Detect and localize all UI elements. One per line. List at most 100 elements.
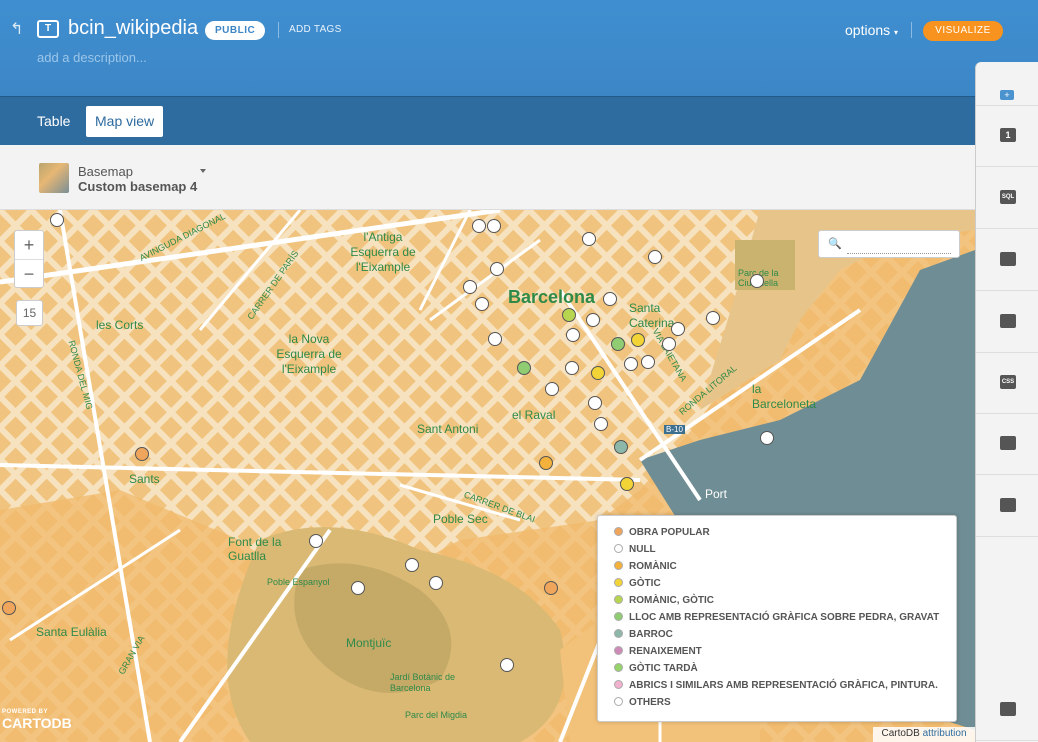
map-point[interactable] (429, 576, 443, 590)
map-point[interactable] (405, 558, 419, 572)
layer-1-button[interactable]: 1 (976, 106, 1038, 167)
search-icon: 🔍 (828, 238, 842, 250)
map-label: GRAN VIA (116, 633, 147, 677)
map-label: B-10 (664, 425, 685, 434)
map-point[interactable] (351, 581, 365, 595)
legend-color-swatch (614, 612, 623, 621)
map-point[interactable] (488, 332, 502, 346)
map-label: l'Antiga Esquerra de l'Eixample (350, 230, 416, 274)
infowindow-button[interactable] (976, 292, 1038, 353)
filters-button[interactable] (976, 476, 1038, 537)
description-field[interactable]: add a description... (37, 50, 147, 65)
map-point[interactable] (463, 280, 477, 294)
legend-color-swatch (614, 697, 623, 706)
tab-table[interactable]: Table (28, 106, 79, 137)
map-point[interactable] (309, 534, 323, 548)
map-label: Parc del Migdia (405, 710, 468, 720)
legends-button[interactable] (976, 414, 1038, 475)
view-tabs: Table Map view (0, 96, 975, 145)
map-point[interactable] (594, 417, 608, 431)
wizard-button[interactable] (976, 230, 1038, 291)
map-point[interactable] (706, 311, 720, 325)
map-label: Santa Caterina (629, 301, 675, 330)
legend-color-swatch (614, 629, 623, 638)
back-arrow-icon[interactable]: ↰ (10, 22, 28, 38)
legend-color-swatch (614, 595, 623, 604)
table-type-icon: T (37, 20, 59, 38)
map-point[interactable] (500, 658, 514, 672)
map-point[interactable] (544, 581, 558, 595)
map-point[interactable] (614, 440, 628, 454)
add-layer-button[interactable]: + (976, 62, 1038, 106)
filters-icon (1000, 498, 1016, 512)
map-point[interactable] (641, 355, 655, 369)
map-point[interactable] (662, 337, 676, 351)
sql-icon: SQL (1000, 190, 1016, 204)
legend-color-swatch (614, 527, 623, 536)
table-title[interactable]: bcin_wikipedia (68, 17, 198, 40)
map-point[interactable] (135, 447, 149, 461)
legend-color-swatch (614, 680, 623, 689)
css-button[interactable]: CSS (976, 353, 1038, 414)
basemap-dropdown-icon[interactable] (200, 169, 206, 173)
map-label: Poble Sec (433, 512, 488, 526)
cartodb-logo[interactable]: POWERED BY CARTODB (2, 709, 72, 731)
map-point[interactable] (591, 366, 605, 380)
map-point[interactable] (566, 328, 580, 342)
basemap-name[interactable]: Custom basemap 4 (78, 179, 197, 194)
legend-item: GÒTIC (614, 578, 956, 595)
add-tags-link[interactable]: ADD TAGS (289, 24, 342, 35)
map-point[interactable] (588, 396, 602, 410)
map-point[interactable] (2, 601, 16, 615)
zoom-out-button[interactable]: − (15, 260, 43, 289)
map-point[interactable] (475, 297, 489, 311)
legend-label: OTHERS (629, 697, 671, 708)
basemap-thumbnail[interactable] (39, 163, 69, 193)
map-point[interactable] (562, 308, 576, 322)
map-point[interactable] (490, 262, 504, 276)
map-point[interactable] (671, 322, 685, 336)
map-label: Sant Antoni (417, 422, 479, 436)
map-point[interactable] (631, 333, 645, 347)
map-search-input[interactable] (847, 236, 951, 254)
map-point[interactable] (624, 357, 638, 371)
map-point[interactable] (582, 232, 596, 246)
zoom-in-button[interactable]: + (15, 231, 43, 260)
legend-item: OTHERS (614, 697, 956, 714)
map-label: Font de la Guatlla (228, 535, 282, 563)
options-menu[interactable]: options ▾ (845, 22, 898, 38)
divider (278, 22, 279, 38)
basemap-label: Basemap (78, 164, 133, 179)
map-label: les Corts (96, 318, 144, 332)
visualize-button[interactable]: VISUALIZE (923, 21, 1003, 41)
tab-map-view[interactable]: Map view (86, 106, 164, 137)
legend-item: BARROC (614, 629, 956, 646)
map-point[interactable] (620, 477, 634, 491)
brand-label: CARTODB (2, 715, 72, 731)
privacy-badge[interactable]: PUBLIC (205, 21, 266, 40)
layer-panel: +1 SQL CSS (975, 62, 1038, 742)
map-point[interactable] (517, 361, 531, 375)
map-point[interactable] (50, 213, 64, 227)
layers-icon (1000, 702, 1016, 716)
infowindow-icon (1000, 314, 1016, 328)
map-point[interactable] (611, 337, 625, 351)
map-point[interactable] (545, 382, 559, 396)
map-point[interactable] (603, 292, 617, 306)
sql-button[interactable]: SQL (976, 168, 1038, 229)
map-point[interactable] (586, 313, 600, 327)
map-label: la Barceloneta (752, 382, 817, 411)
map-point[interactable] (565, 361, 579, 375)
map-point[interactable] (487, 219, 501, 233)
css-icon: CSS (1000, 375, 1016, 389)
map-label: RONDA LITORAL (677, 363, 739, 417)
layers-button[interactable] (976, 680, 1038, 741)
legend-item: ABRICS I SIMILARS AMB REPRESENTACIÓ GRÀF… (614, 680, 956, 697)
map-point[interactable] (648, 250, 662, 264)
legend-item: LLOC AMB REPRESENTACIÓ GRÀFICA SOBRE PED… (614, 612, 956, 629)
map-point[interactable] (472, 219, 486, 233)
map-point[interactable] (750, 274, 764, 288)
attribution-link[interactable]: attribution (923, 728, 967, 739)
map-point[interactable] (760, 431, 774, 445)
map-point[interactable] (539, 456, 553, 470)
